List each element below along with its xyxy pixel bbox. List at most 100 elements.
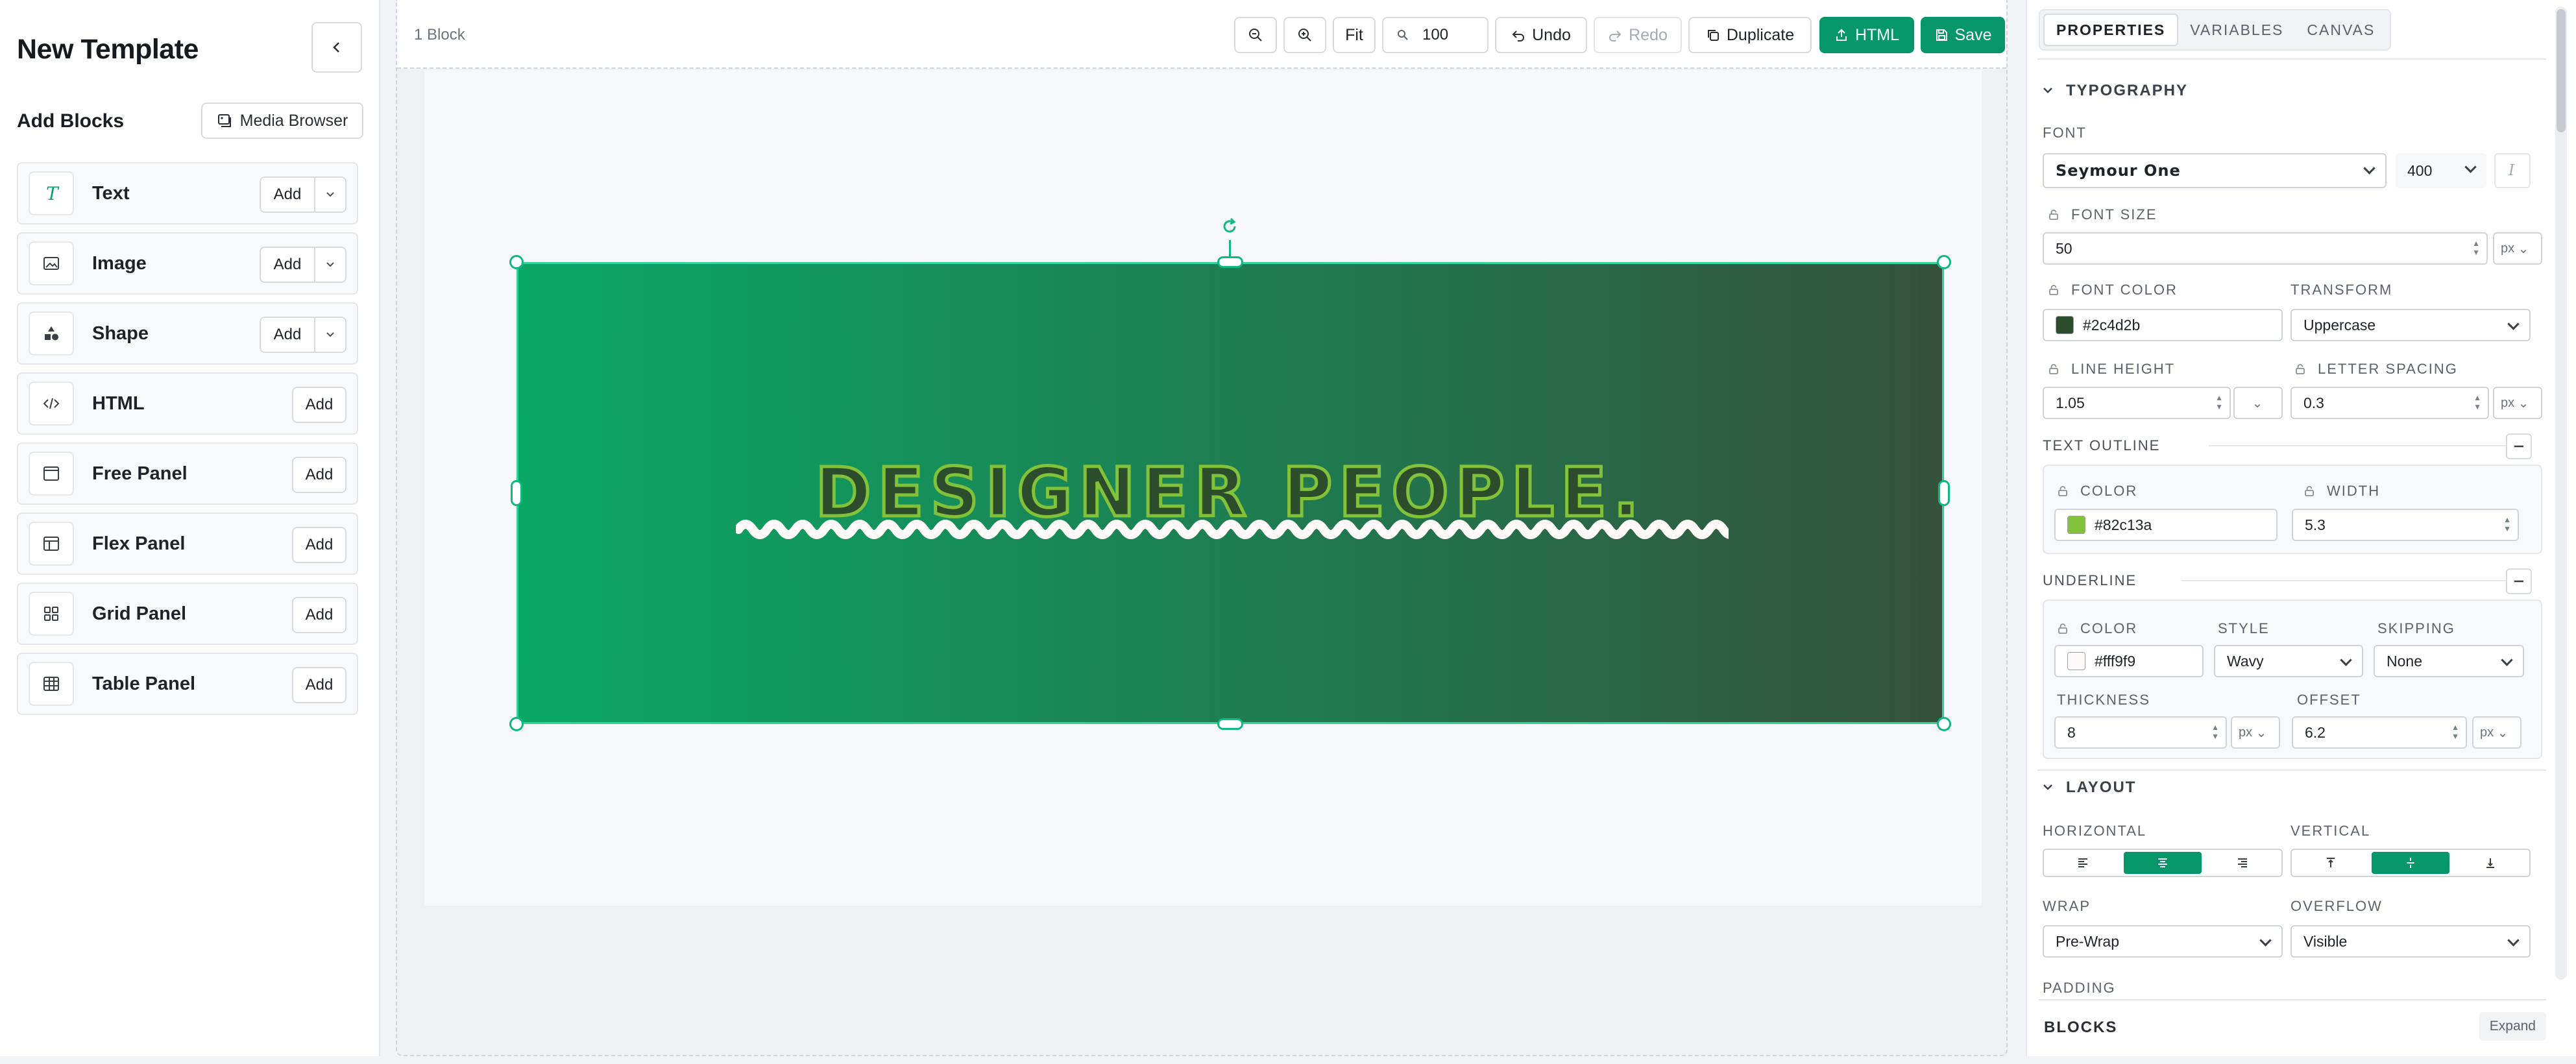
lock-icon[interactable] (2057, 485, 2069, 497)
lock-icon[interactable] (2294, 363, 2306, 375)
letter-spacing-input[interactable]: 0.3 ▲ ▼ (2290, 387, 2489, 419)
resize-handle-top[interactable] (1217, 256, 1243, 268)
lock-icon[interactable] (2048, 209, 2060, 221)
font-size-unit-select[interactable]: px ⌄ (2493, 232, 2542, 265)
expand-blocks-button[interactable]: Expand (2479, 1012, 2546, 1041)
add-flex-panel-button[interactable]: Add (292, 527, 346, 563)
font-size-input[interactable]: 50 ▲ ▼ (2043, 232, 2488, 265)
design-canvas[interactable]: Designer People. (424, 70, 1982, 906)
wrap-select[interactable]: Pre-Wrap (2043, 925, 2283, 958)
resize-handle-bottom-left[interactable] (509, 717, 524, 731)
resize-handle-bottom[interactable] (1217, 718, 1243, 730)
align-bottom-button[interactable] (2451, 850, 2529, 876)
transform-label: TRANSFORM (2290, 282, 2393, 298)
resize-handle-left[interactable] (511, 480, 522, 506)
undo-icon (1512, 30, 1525, 42)
stepper-icon[interactable]: ▲ ▼ (2503, 515, 2511, 533)
fit-button[interactable]: Fit (1333, 17, 1376, 53)
add-html-button[interactable]: Add (292, 387, 346, 423)
lock-icon[interactable] (2048, 363, 2060, 375)
font-color-swatch[interactable] (2056, 316, 2074, 334)
tab-canvas[interactable]: CANVAS (2295, 14, 2387, 46)
underline-thickness-label: THICKNESS (2057, 692, 2150, 708)
underline-style-select[interactable]: Wavy (2214, 645, 2363, 677)
resize-handle-top-left[interactable] (509, 255, 524, 269)
add-text-button[interactable]: Add (261, 178, 315, 212)
typography-section-toggle[interactable]: TYPOGRAPHY (2043, 82, 2188, 100)
letter-spacing-value: 0.3 (2303, 394, 2324, 411)
scrollbar-thumb[interactable] (2557, 9, 2566, 132)
stepper-icon[interactable]: ▲ ▼ (2215, 393, 2223, 411)
remove-outline-button[interactable] (2506, 433, 2532, 459)
letter-spacing-label: LETTER SPACING (2294, 361, 2458, 378)
outline-color-swatch[interactable] (2067, 516, 2085, 534)
add-image-dropdown[interactable] (315, 248, 345, 282)
html-export-button[interactable]: HTML (1819, 17, 1914, 53)
add-text-dropdown[interactable] (315, 178, 345, 212)
resize-handle-top-right[interactable] (1937, 255, 1951, 269)
stepper-icon[interactable]: ▲ ▼ (2472, 239, 2480, 257)
resize-handle-right[interactable] (1938, 480, 1950, 506)
banner-block[interactable]: Designer People. (516, 262, 1944, 724)
outline-width-input[interactable]: 5.3 ▲ ▼ (2292, 509, 2519, 541)
stepper-icon[interactable]: ▲ ▼ (2473, 393, 2481, 411)
lock-icon[interactable] (2303, 485, 2315, 497)
banner-text[interactable]: Designer People. (516, 262, 1944, 724)
duplicate-button[interactable]: Duplicate (1688, 17, 1812, 53)
save-button[interactable]: Save (1921, 17, 2005, 53)
font-weight-select[interactable]: 400 (2396, 153, 2486, 188)
lock-icon[interactable] (2057, 623, 2069, 635)
resize-handle-bottom-right[interactable] (1937, 717, 1951, 731)
collapse-sidebar-button[interactable] (311, 22, 362, 73)
layout-section-toggle[interactable]: LAYOUT (2043, 779, 2136, 797)
scrollbar-track[interactable] (2555, 6, 2567, 980)
add-table-panel-button[interactable]: Add (292, 667, 346, 703)
underline-offset-input[interactable]: 6.2 ▲ ▼ (2292, 716, 2467, 749)
add-shape-dropdown[interactable] (315, 318, 345, 352)
italic-toggle[interactable]: I (2494, 153, 2531, 188)
media-browser-button[interactable]: Media Browser (201, 103, 363, 139)
transform-select[interactable]: Uppercase (2290, 309, 2531, 341)
add-shape-button[interactable]: Add (261, 318, 315, 352)
align-left-button[interactable] (2044, 850, 2122, 876)
underline-thickness-input[interactable]: 8 ▲ ▼ (2054, 716, 2227, 749)
stepper-icon[interactable]: ▲ ▼ (2211, 723, 2219, 741)
underline-thickness-unit-select[interactable]: px ⌄ (2231, 716, 2280, 749)
rotate-icon[interactable] (1220, 217, 1239, 236)
line-height-unit-select[interactable]: ⌄ (2233, 387, 2283, 419)
zoom-in-button[interactable] (1283, 17, 1326, 53)
underline-thickness-value: 8 (2067, 723, 2076, 741)
stepper-icon[interactable]: ▲ ▼ (2451, 723, 2459, 741)
remove-underline-button[interactable] (2506, 568, 2532, 594)
font-color-input[interactable]: #2c4d2b (2043, 309, 2283, 341)
add-grid-panel-button[interactable]: Add (292, 597, 346, 633)
font-family-select[interactable]: Seymour One (2043, 153, 2387, 188)
outline-color-input[interactable]: #82c13a (2054, 509, 2278, 541)
add-shape-control: Add (260, 317, 346, 353)
overflow-select[interactable]: Visible (2290, 925, 2531, 958)
underline-skipping-select[interactable]: None (2374, 645, 2524, 677)
flex-panel-icon (29, 522, 74, 566)
redo-button[interactable]: Redo (1594, 17, 1682, 53)
font-family-value: Seymour One (2056, 162, 2181, 180)
align-middle-button[interactable] (2372, 852, 2449, 874)
letter-spacing-unit-select[interactable]: px ⌄ (2493, 387, 2542, 419)
underline-color-swatch[interactable] (2067, 652, 2085, 670)
undo-button[interactable]: Undo (1495, 17, 1587, 53)
line-height-input[interactable]: 1.05 ▲ ▼ (2043, 387, 2231, 419)
left-sidebar: New Template Add Blocks Media Browser T … (0, 0, 380, 1056)
underline-color-input[interactable]: #fff9f9 (2054, 645, 2204, 677)
align-center-button[interactable] (2124, 852, 2202, 874)
add-image-button[interactable]: Add (261, 248, 315, 282)
underline-offset-unit-select[interactable]: px ⌄ (2472, 716, 2521, 749)
font-size-label-text: FONT SIZE (2071, 206, 2157, 223)
tab-properties[interactable]: PROPERTIES (2043, 14, 2179, 46)
zoom-out-button[interactable] (1234, 17, 1277, 53)
copy-icon (1707, 30, 1719, 41)
zoom-input[interactable]: 100 (1382, 17, 1488, 53)
tab-variables[interactable]: VARIABLES (2178, 14, 2295, 46)
align-right-button[interactable] (2204, 850, 2281, 876)
lock-icon[interactable] (2048, 284, 2060, 296)
align-top-button[interactable] (2292, 850, 2370, 876)
add-free-panel-button[interactable]: Add (292, 457, 346, 493)
